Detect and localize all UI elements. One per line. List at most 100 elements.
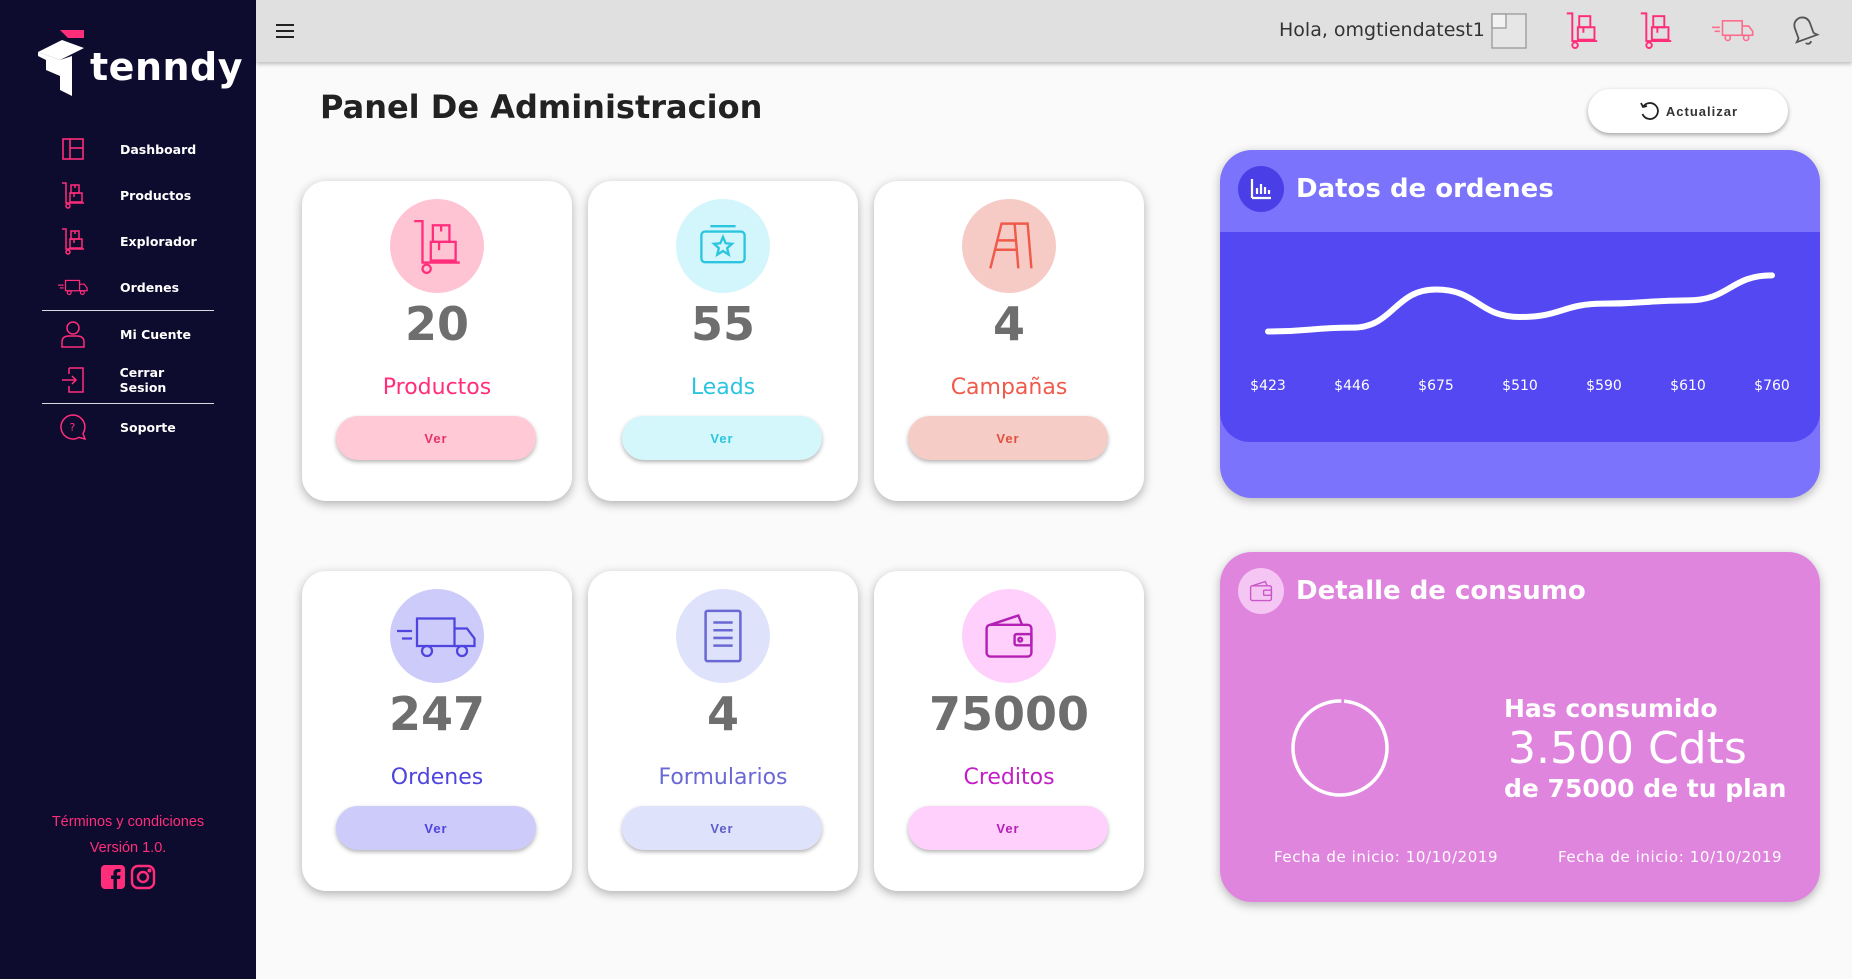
orders-panel-title: Datos de ordenes (1296, 174, 1554, 204)
card-value: 20 (404, 297, 469, 351)
card-label: Ordenes (390, 765, 484, 790)
product-cart-icon (58, 180, 88, 210)
bell-icon[interactable] (1786, 10, 1826, 50)
orders-data-panel: Datos de ordenes $423 $446 $675 $510 $590 $61… (1220, 150, 1820, 498)
consumption-line-1: Has consumido (1504, 694, 1718, 723)
ver-ordenes-button[interactable]: Ver (336, 806, 536, 850)
truck-icon (58, 272, 88, 302)
card-value: 4 (706, 687, 739, 741)
sidebar-item-explorador[interactable]: Explorador (42, 218, 214, 264)
brand-name: tenndy (90, 45, 244, 89)
star-ticket-icon (700, 225, 746, 264)
card-icon-circle (962, 589, 1056, 683)
facebook-icon[interactable] (100, 864, 126, 890)
brand-logo[interactable]: tenndy (38, 26, 243, 98)
card-icon-circle (676, 589, 770, 683)
page-title: Panel De Administracion (320, 88, 763, 126)
sidebar-divider (42, 310, 214, 311)
top-bar: Hola, omgtiendatest1 (256, 0, 1852, 62)
consumption-panel-title: Detalle de consumo (1296, 576, 1586, 606)
refresh-button[interactable]: Actualizar (1588, 89, 1788, 133)
start-date-left: Fecha de inicio: 10/10/2019 (1274, 848, 1499, 866)
ver-leads-button[interactable]: Ver (622, 416, 822, 460)
sidebar-item-label: Soporte (120, 419, 176, 435)
sidebar: tenndy Dashboard Productos Explorador Or… (0, 0, 256, 979)
sidebar-item-dashboard[interactable]: Dashboard (42, 126, 214, 172)
card-value: 55 (690, 297, 755, 351)
logout-icon (58, 365, 88, 395)
orders-series-line (1265, 272, 1775, 335)
consumption-detail-panel: Detalle de consumo Has consumido 3.500 C… (1220, 552, 1820, 902)
wallet-icon (985, 613, 1033, 658)
sidebar-item-label: Explorador (120, 233, 197, 249)
refresh-icon (1640, 102, 1659, 120)
product-cart-icon (58, 226, 88, 256)
sidebar-item-label: Mi Cuente (120, 326, 191, 342)
instagram-icon[interactable] (130, 864, 156, 890)
stat-card-creditos: 75000 Creditos Ver (874, 571, 1144, 891)
x-tick-label: $760 (1754, 378, 1790, 394)
x-tick-label: $590 (1586, 378, 1622, 394)
card-value: 75000 (928, 687, 1090, 741)
product-cart-icon[interactable] (1638, 10, 1678, 50)
card-label: Formularios (658, 765, 788, 790)
card-icon-circle (962, 199, 1056, 293)
card-label: Campañas (950, 375, 1068, 400)
card-icon-circle (676, 199, 770, 293)
x-tick-label: $446 (1334, 378, 1370, 394)
social-links (0, 864, 256, 890)
product-cart-icon[interactable] (1564, 10, 1604, 50)
menu-icon[interactable] (274, 20, 296, 42)
sidebar-item-cerrar-sesion[interactable]: Cerrar Sesion (42, 357, 214, 403)
stat-card-ordenes: 247 Ordenes Ver (302, 571, 572, 891)
stat-card-campanas: 4 Campañas Ver (874, 181, 1144, 501)
version-label: Versión 1.0. (89, 840, 167, 856)
x-tick-label: $675 (1418, 378, 1454, 394)
sidebar-divider (42, 403, 214, 404)
sidebar-footer: Términos y condiciones Versión 1.0. (0, 814, 256, 890)
dashboard-icon (58, 134, 88, 164)
x-tick-label: $510 (1502, 378, 1538, 394)
ver-productos-button[interactable]: Ver (336, 416, 536, 460)
consumption-summary: Has consumido 3.500 Cdts de 75000 de tu … (1504, 694, 1786, 803)
sidebar-nav: Dashboard Productos Explorador Ordenes M… (42, 126, 214, 450)
card-label: Creditos (963, 765, 1055, 790)
tenndy-logo-mark-icon (38, 30, 84, 96)
user-icon (58, 319, 88, 349)
bar-chart-icon (1238, 166, 1284, 212)
sidebar-item-label: Ordenes (120, 279, 180, 295)
truck-icon (397, 617, 476, 658)
truck-icon[interactable] (1712, 10, 1754, 50)
x-tick-label: $610 (1670, 378, 1706, 394)
stat-card-productos: 20 Productos Ver (302, 181, 572, 501)
product-cart-icon (414, 220, 460, 275)
stat-card-formularios: 4 Formularios Ver (588, 571, 858, 891)
ver-campanas-button[interactable]: Ver (908, 416, 1108, 460)
start-date-right: Fecha de inicio: 10/10/2019 (1558, 848, 1783, 866)
svg-text:?: ? (70, 421, 76, 434)
sidebar-item-label: Productos (120, 187, 192, 203)
avatar[interactable] (1490, 10, 1530, 50)
user-greeting: Hola, omgtiendatest1 (1279, 19, 1485, 41)
card-icon-circle (390, 589, 484, 683)
card-label: Leads (690, 375, 756, 400)
ver-formularios-button[interactable]: Ver (622, 806, 822, 850)
sidebar-item-ordenes[interactable]: Ordenes (42, 264, 214, 310)
wallet-icon (1238, 568, 1284, 614)
help-chat-icon: ? (58, 412, 88, 442)
terms-link[interactable]: Términos y condiciones (0, 814, 256, 830)
ver-creditos-button[interactable]: Ver (908, 806, 1108, 850)
sidebar-item-soporte[interactable]: ? Soporte (42, 404, 214, 450)
sidebar-item-productos[interactable]: Productos (42, 172, 214, 218)
consumption-amount: 3.500 Cdts (1508, 723, 1747, 774)
x-tick-label: $423 (1250, 378, 1286, 394)
refresh-label: Actualizar (1665, 103, 1739, 119)
card-label: Productos (382, 375, 492, 400)
sidebar-item-label: Cerrar Sesion (119, 365, 167, 395)
card-value: 4 (992, 297, 1025, 351)
consumption-plan: de 75000 de tu plan (1504, 774, 1787, 803)
document-icon (704, 609, 742, 663)
card-value: 247 (388, 687, 486, 741)
sidebar-item-mi-cuente[interactable]: Mi Cuente (42, 311, 214, 357)
orders-line-chart: $423 $446 $675 $510 $590 $610 $760 (1250, 272, 1790, 394)
